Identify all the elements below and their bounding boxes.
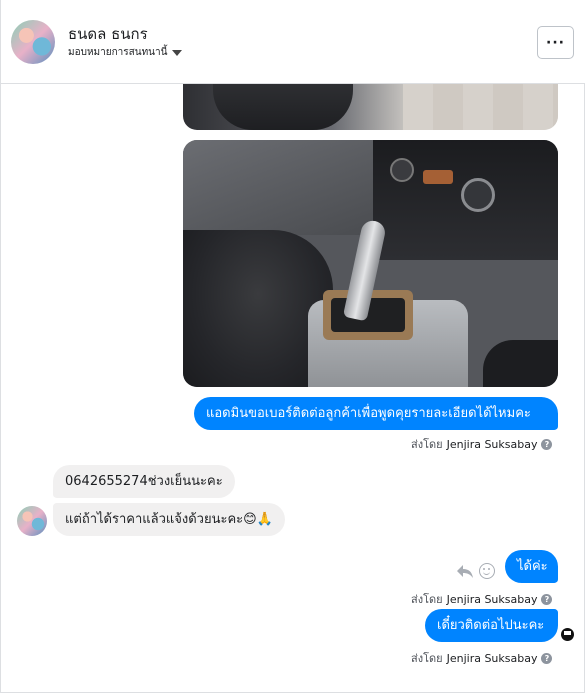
info-icon[interactable]: ? [541, 652, 553, 664]
photo-detail [183, 140, 373, 235]
photo-detail [483, 340, 558, 387]
sent-by-prefix: ส่งโดย [411, 652, 443, 665]
sent-by-prefix: ส่งโดย [411, 593, 443, 606]
contact-name[interactable]: ธนดล ธนกร [68, 22, 148, 46]
agent-name: Jenjira Suksabay [446, 651, 538, 665]
photo-detail [423, 170, 453, 184]
reply-icon[interactable] [456, 563, 474, 579]
message-bubble-outgoing[interactable]: แอดมินขอเบอร์ติดต่อลูกค้าเพื่อพูดคุยรายล… [194, 397, 558, 430]
message-bubble-outgoing[interactable]: เดี๋ยวติดต่อไปนะคะ [425, 609, 558, 642]
seen-icon [561, 628, 574, 641]
message-bubble-incoming[interactable]: แต่ถ้าได้ราคาแล้วแจ้งด้วยนะคะ😊🙏 [53, 503, 285, 536]
attached-photo-car-interior-2[interactable] [183, 140, 558, 387]
message-bubble-outgoing[interactable]: ได้ค่ะ [505, 550, 558, 583]
caret-down-icon [172, 49, 183, 56]
sent-by-label: ส่งโดย Jenjira Suksabay ? [411, 649, 553, 667]
agent-name: Jenjira Suksabay [446, 592, 538, 606]
agent-name: Jenjira Suksabay [446, 437, 538, 451]
sent-by-label: ส่งโดย Jenjira Suksabay ? [411, 435, 553, 453]
sender-avatar[interactable] [17, 506, 47, 536]
conversation-panel: ธนดล ธนกร มอบหมายการสนทนานี้ ··· แอดมินข… [0, 0, 585, 693]
more-options-button[interactable]: ··· [537, 26, 574, 59]
contact-avatar[interactable] [11, 20, 55, 64]
more-icon: ··· [546, 34, 565, 51]
conversation-header: ธนดล ธนกร มอบหมายการสนทนานี้ ··· [1, 0, 585, 84]
photo-detail [461, 178, 495, 212]
info-icon[interactable]: ? [541, 438, 553, 450]
smile-icon[interactable] [479, 563, 495, 579]
sent-by-prefix: ส่งโดย [411, 438, 443, 451]
message-bubble-incoming[interactable]: 0642655274ช่วงเย็นนะคะ [53, 465, 235, 498]
assign-conversation-dropdown[interactable]: มอบหมายการสนทนานี้ [68, 45, 183, 60]
photo-detail [390, 158, 414, 182]
info-icon[interactable]: ? [541, 593, 553, 605]
sent-by-label: ส่งโดย Jenjira Suksabay ? [411, 590, 553, 608]
assign-conversation-label: มอบหมายการสนทนานี้ [68, 47, 168, 58]
